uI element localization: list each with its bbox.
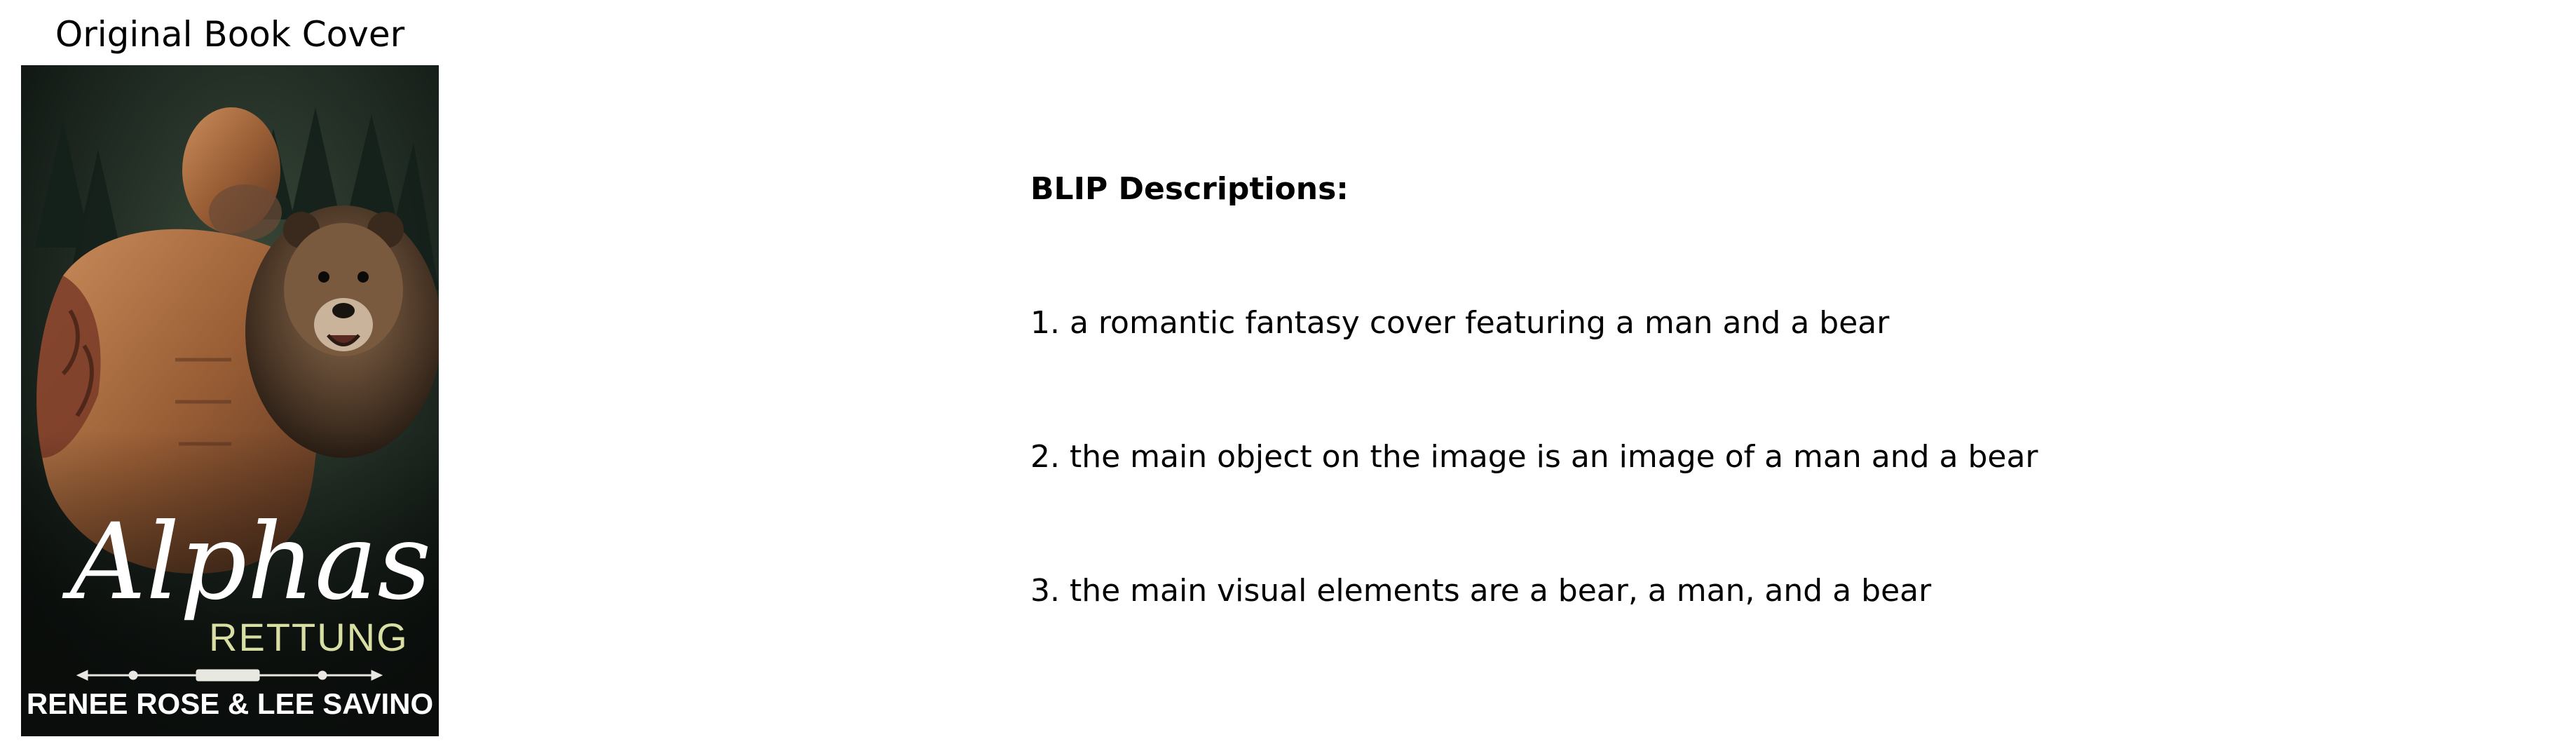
cover-authors: RENEE ROSE & LEE SAVINO: [27, 687, 433, 720]
cover-subtitle: RETTUNG: [209, 615, 409, 659]
cover-title-script: Alphas: [62, 501, 431, 623]
description-item-2: 2. the main object on the image is an im…: [1030, 439, 2038, 475]
description-item-3: 3. the main visual elements are a bear, …: [1030, 573, 1932, 609]
descriptions-heading: BLIP Descriptions:: [1030, 171, 1349, 207]
book-cover-image: Alphas RETTUNG RENEE ROSE & LEE SAVINO: [21, 65, 439, 736]
bear-figure: [245, 205, 439, 458]
description-item-1: 1. a romantic fantasy cover featuring a …: [1030, 305, 1890, 341]
cover-panel-title: Original Book Cover: [55, 14, 405, 55]
